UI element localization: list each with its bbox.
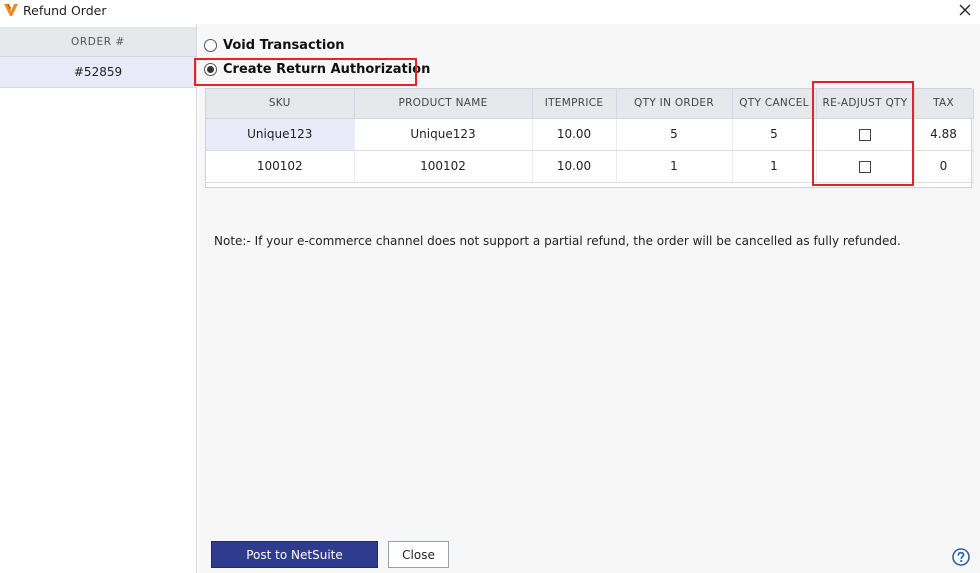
window-title: Refund Order — [23, 3, 107, 18]
cell-sku[interactable]: 100102 — [206, 150, 355, 183]
column-header-tax[interactable]: TAX — [914, 89, 974, 119]
column-header-product-name[interactable]: PRODUCT NAME — [354, 89, 533, 119]
cell-qty-in-order[interactable]: 5 — [616, 118, 733, 151]
void-transaction-label: Void Transaction — [223, 38, 345, 53]
create-return-authorization-radio[interactable] — [204, 63, 217, 76]
create-return-authorization-option[interactable]: Create Return Authorization — [204, 62, 430, 77]
column-header-itemprice[interactable]: ITEMPRICE — [532, 89, 617, 119]
void-transaction-radio[interactable] — [204, 39, 217, 52]
cell-re-adjust-qty — [816, 150, 915, 183]
main-panel: Void Transaction Create Return Authoriza… — [194, 24, 980, 573]
close-button[interactable]: Close — [388, 541, 449, 568]
order-sidebar: ORDER # #52859 — [0, 24, 197, 573]
table-row[interactable]: 100102 100102 10.00 1 1 0 — [206, 150, 974, 183]
column-header-re-adjust-qty[interactable]: RE-ADJUST QTY — [816, 89, 915, 119]
help-icon[interactable] — [952, 548, 970, 566]
close-icon[interactable] — [958, 3, 972, 17]
table-row[interactable]: Unique123 Unique123 10.00 5 5 4.88 — [206, 118, 974, 151]
column-header-qty-in-order[interactable]: QTY IN ORDER — [616, 89, 733, 119]
cell-tax[interactable]: 0 — [914, 150, 974, 183]
void-transaction-option[interactable]: Void Transaction — [204, 38, 345, 53]
cell-qty-in-order[interactable]: 1 — [616, 150, 733, 183]
cell-sku[interactable]: Unique123 — [206, 118, 355, 151]
title-bar: Refund Order — [0, 0, 980, 24]
cell-itemprice[interactable]: 10.00 — [532, 118, 617, 151]
cell-re-adjust-qty — [816, 118, 915, 151]
items-grid: SKU PRODUCT NAME ITEMPRICE QTY IN ORDER … — [205, 88, 974, 188]
re-adjust-qty-checkbox[interactable] — [859, 128, 871, 141]
cell-itemprice[interactable]: 10.00 — [532, 150, 617, 183]
cell-qty-cancel[interactable]: 5 — [732, 118, 817, 151]
re-adjust-qty-checkbox[interactable] — [859, 160, 871, 173]
app-logo-icon — [4, 4, 18, 16]
post-to-netsuite-button[interactable]: Post to NetSuite — [211, 541, 378, 568]
cell-product-name[interactable]: 100102 — [354, 150, 533, 183]
items-table: SKU PRODUCT NAME ITEMPRICE QTY IN ORDER … — [206, 89, 974, 183]
cell-tax[interactable]: 4.88 — [914, 118, 974, 151]
order-column-header: ORDER # — [0, 27, 196, 57]
column-header-qty-cancel[interactable]: QTY CANCEL — [732, 89, 817, 119]
column-header-sku[interactable]: SKU — [206, 89, 355, 119]
cell-product-name[interactable]: Unique123 — [354, 118, 533, 151]
table-header-row: SKU PRODUCT NAME ITEMPRICE QTY IN ORDER … — [206, 89, 974, 119]
cell-qty-cancel[interactable]: 1 — [732, 150, 817, 183]
refund-note: Note:- If your e-commerce channel does n… — [214, 234, 901, 248]
order-list-item[interactable]: #52859 — [0, 57, 196, 88]
create-return-authorization-label: Create Return Authorization — [223, 62, 431, 77]
